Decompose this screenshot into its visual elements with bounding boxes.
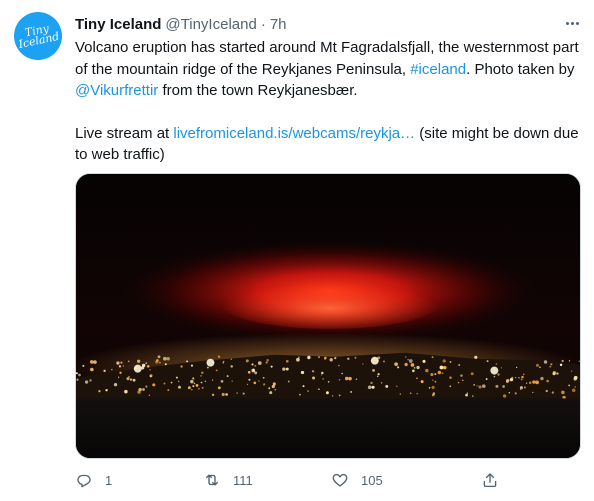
volcano-night-photo — [76, 174, 580, 458]
tweet-timestamp[interactable]: 7h — [270, 16, 287, 33]
tweet-paragraph-2: Live stream at livefromiceland.is/webcam… — [75, 123, 585, 166]
reply-count: 1 — [105, 472, 113, 488]
tweet-paragraph-1: Volcano eruption has started around Mt F… — [75, 37, 585, 102]
like-button[interactable]: 105 — [331, 469, 383, 491]
reply-icon — [77, 474, 91, 488]
hashtag-link[interactable]: #iceland — [410, 61, 466, 78]
tweet-header: Tiny Iceland @TinyIceland · 7h — [75, 14, 287, 34]
tweet-actions: 1 111 105 — [75, 469, 505, 491]
tweet-text-segment: Live stream at — [75, 124, 174, 142]
tweet-photo[interactable] — [75, 173, 581, 459]
share-icon — [483, 473, 497, 488]
heart-icon — [332, 473, 348, 487]
more-horizontal-icon — [565, 21, 579, 25]
share-button[interactable] — [481, 469, 499, 491]
retweet-icon — [206, 474, 218, 486]
retweet-button[interactable]: 111 — [203, 469, 253, 491]
separator-dot: · — [260, 15, 266, 33]
more-options-button[interactable] — [561, 14, 583, 32]
tweet-text: Volcano eruption has started around Mt F… — [75, 37, 585, 166]
author-handle[interactable]: @TinyIceland — [165, 16, 256, 33]
like-count: 105 — [361, 472, 383, 488]
url-link[interactable]: livefromiceland.is/webcams/reykja… — [173, 125, 415, 142]
reply-button[interactable]: 1 — [75, 469, 112, 491]
tweet-text-segment: . Photo taken by — [466, 60, 575, 78]
retweet-count: 111 — [233, 472, 253, 488]
tweet-text-segment: from the town Reykjanesbær. — [158, 82, 358, 99]
tweet[interactable]: Tiny Iceland Tiny Iceland @TinyIceland ·… — [0, 0, 594, 501]
author-name[interactable]: Tiny Iceland — [75, 16, 161, 33]
avatar-logo-text: Tiny Iceland — [17, 21, 61, 52]
avatar[interactable]: Tiny Iceland — [14, 12, 62, 60]
mention-link[interactable]: @Vikurfrettir — [75, 82, 158, 99]
